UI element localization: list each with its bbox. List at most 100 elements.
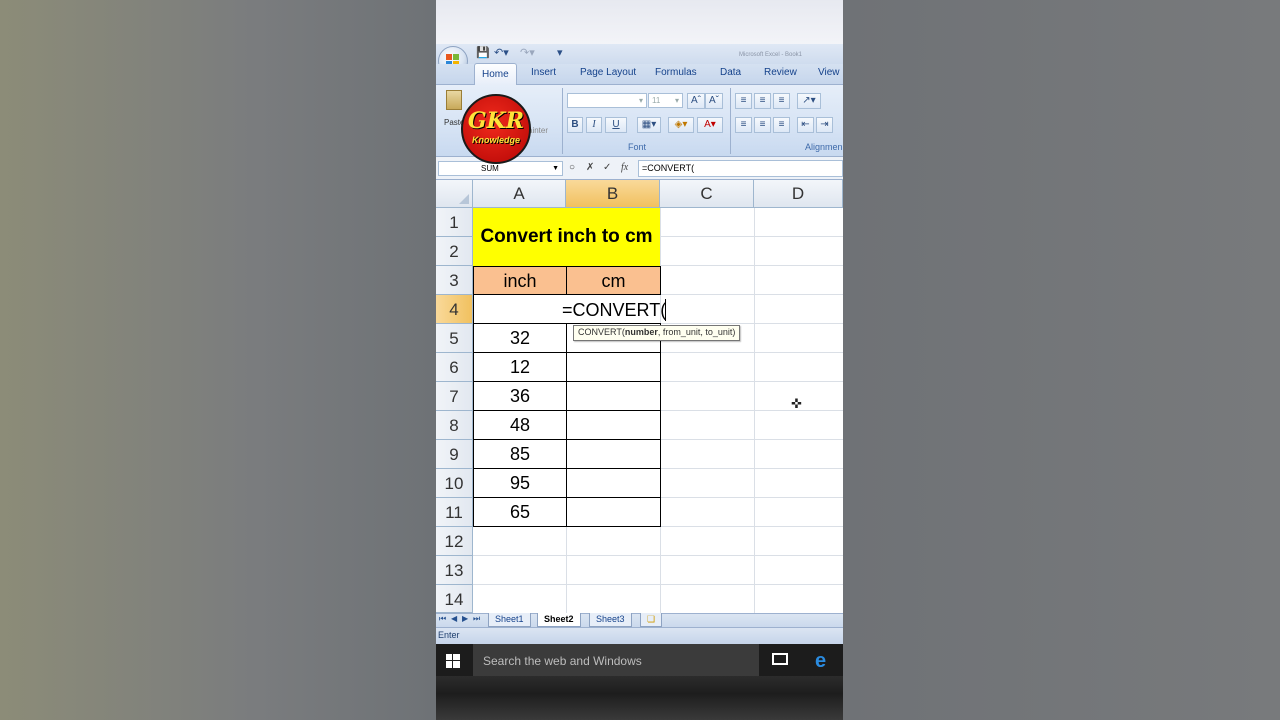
gridline: [473, 555, 843, 556]
search-placeholder[interactable]: Search the web and Windows: [483, 654, 642, 668]
cell-a9[interactable]: 85: [473, 439, 567, 469]
tab-home[interactable]: Home: [474, 63, 517, 85]
column-header-c[interactable]: C: [660, 180, 754, 208]
font-size-combo[interactable]: 11 ▾: [648, 93, 683, 108]
font-size-value: 11: [652, 96, 661, 105]
chevron-down-icon[interactable]: ▼: [552, 162, 559, 175]
title-cell[interactable]: Convert inch to cm: [473, 208, 660, 266]
row-header-12[interactable]: 12: [436, 527, 473, 556]
italic-button[interactable]: I: [586, 117, 602, 133]
cell-a7[interactable]: 36: [473, 381, 567, 411]
row-header-6[interactable]: 6: [436, 353, 473, 382]
shrink-font-button[interactable]: Aˇ: [705, 93, 723, 109]
cell-b6[interactable]: [566, 352, 661, 382]
align-top-button[interactable]: ≡: [735, 93, 752, 109]
enter-icon[interactable]: ✓: [603, 162, 611, 173]
increase-indent-button[interactable]: ⇥: [816, 117, 833, 133]
header-cell-inch[interactable]: inch: [473, 266, 567, 295]
column-header-d[interactable]: D: [754, 180, 843, 208]
fill-color-button[interactable]: ◈▾: [668, 117, 694, 133]
undo-icon[interactable]: ↶▾: [494, 47, 509, 59]
cell-a6[interactable]: 12: [473, 352, 567, 382]
cell-a11[interactable]: 65: [473, 497, 567, 527]
redo-icon[interactable]: ↷▾: [520, 47, 535, 59]
align-center-button[interactable]: ≡: [754, 117, 771, 133]
row-header-5[interactable]: 5: [436, 324, 473, 353]
decrease-indent-button[interactable]: ⇤: [797, 117, 814, 133]
insert-function-icon[interactable]: fx: [621, 162, 628, 173]
format-painter-label[interactable]: ainter: [528, 126, 548, 135]
prev-sheet-icon[interactable]: ◀: [451, 614, 457, 623]
cell-b11[interactable]: [566, 497, 661, 527]
tab-formulas[interactable]: Formulas: [655, 67, 697, 78]
borders-button[interactable]: ▦▾: [637, 117, 661, 133]
formula-options-icon[interactable]: ○: [569, 162, 575, 173]
insert-sheet-icon[interactable]: ❏: [640, 613, 663, 627]
function-tooltip: CONVERT(number, from_unit, to_unit): [573, 325, 741, 341]
grow-font-button[interactable]: Aˆ: [687, 93, 705, 109]
row-header-2[interactable]: 2: [436, 237, 473, 266]
row-header-11[interactable]: 11: [436, 498, 473, 527]
customize-qat-icon[interactable]: ▾: [557, 47, 563, 59]
cell-edit-text[interactable]: =CONVERT(: [562, 296, 666, 325]
gridline: [473, 584, 843, 585]
cell-a8[interactable]: 48: [473, 410, 567, 440]
align-left-button[interactable]: ≡: [735, 117, 752, 133]
tab-page-layout[interactable]: Page Layout: [580, 67, 636, 78]
edge-browser-icon[interactable]: e: [815, 651, 826, 671]
window-title: Microsoft Excel - Book1: [739, 52, 803, 58]
cell-cursor-icon: ✜: [791, 396, 802, 411]
cell-a4[interactable]: [473, 294, 567, 324]
chevron-down-icon: ▾: [638, 96, 643, 105]
select-all-button[interactable]: [436, 180, 473, 208]
formula-input[interactable]: =CONVERT(: [638, 160, 843, 177]
cancel-icon[interactable]: ✗: [586, 162, 594, 173]
cell-a10[interactable]: 95: [473, 468, 567, 498]
row-header-9[interactable]: 9: [436, 440, 473, 469]
sheet-tab-2[interactable]: Sheet2: [537, 613, 581, 627]
task-view-icon[interactable]: [772, 653, 788, 665]
orientation-button[interactable]: ↗▾: [797, 93, 821, 109]
cell-b8[interactable]: [566, 410, 661, 440]
sheet-tab-3[interactable]: Sheet3: [589, 613, 632, 627]
align-middle-button[interactable]: ≡: [754, 93, 771, 109]
select-all-triangle: [459, 194, 469, 204]
align-bottom-button[interactable]: ≡: [773, 93, 790, 109]
row-header-7[interactable]: 7: [436, 382, 473, 411]
underline-button[interactable]: U: [605, 117, 627, 133]
cell-b7[interactable]: [566, 381, 661, 411]
last-sheet-icon[interactable]: ⏭: [473, 614, 480, 624]
row-header-4[interactable]: 4: [436, 295, 473, 324]
tab-view[interactable]: View: [818, 67, 840, 78]
row-header-1[interactable]: 1: [436, 208, 473, 237]
windows-start-icon[interactable]: [446, 654, 460, 668]
paste-button[interactable]: [446, 90, 462, 110]
row-header-8[interactable]: 8: [436, 411, 473, 440]
row-header-14[interactable]: 14: [436, 585, 473, 613]
cell-b9[interactable]: [566, 439, 661, 469]
first-sheet-icon[interactable]: ⏮: [439, 614, 446, 624]
row-header-3[interactable]: 3: [436, 266, 473, 295]
font-color-button[interactable]: A▾: [697, 117, 723, 133]
font-group-label: Font: [628, 142, 647, 152]
cell-b10[interactable]: [566, 468, 661, 498]
row-header-13[interactable]: 13: [436, 556, 473, 585]
name-box-value: SUM: [481, 164, 499, 173]
save-icon[interactable]: 💾: [476, 47, 490, 59]
header-cell-cm[interactable]: cm: [566, 266, 661, 295]
tab-review[interactable]: Review: [764, 67, 797, 78]
group-divider: [730, 88, 731, 154]
bold-button[interactable]: B: [567, 117, 583, 133]
row-header-10[interactable]: 10: [436, 469, 473, 498]
next-sheet-icon[interactable]: ▶: [462, 614, 468, 623]
font-name-combo[interactable]: ▾: [567, 93, 647, 108]
column-header-b[interactable]: B: [566, 180, 660, 208]
sheet-tab-1[interactable]: Sheet1: [488, 613, 531, 627]
cell-a5[interactable]: 32: [473, 323, 567, 353]
tooltip-current-arg[interactable]: number: [625, 327, 658, 337]
column-header-a[interactable]: A: [473, 180, 566, 208]
align-right-button[interactable]: ≡: [773, 117, 790, 133]
tab-insert[interactable]: Insert: [531, 67, 556, 78]
tab-data[interactable]: Data: [720, 67, 741, 78]
logo-title: GKR: [467, 108, 525, 134]
